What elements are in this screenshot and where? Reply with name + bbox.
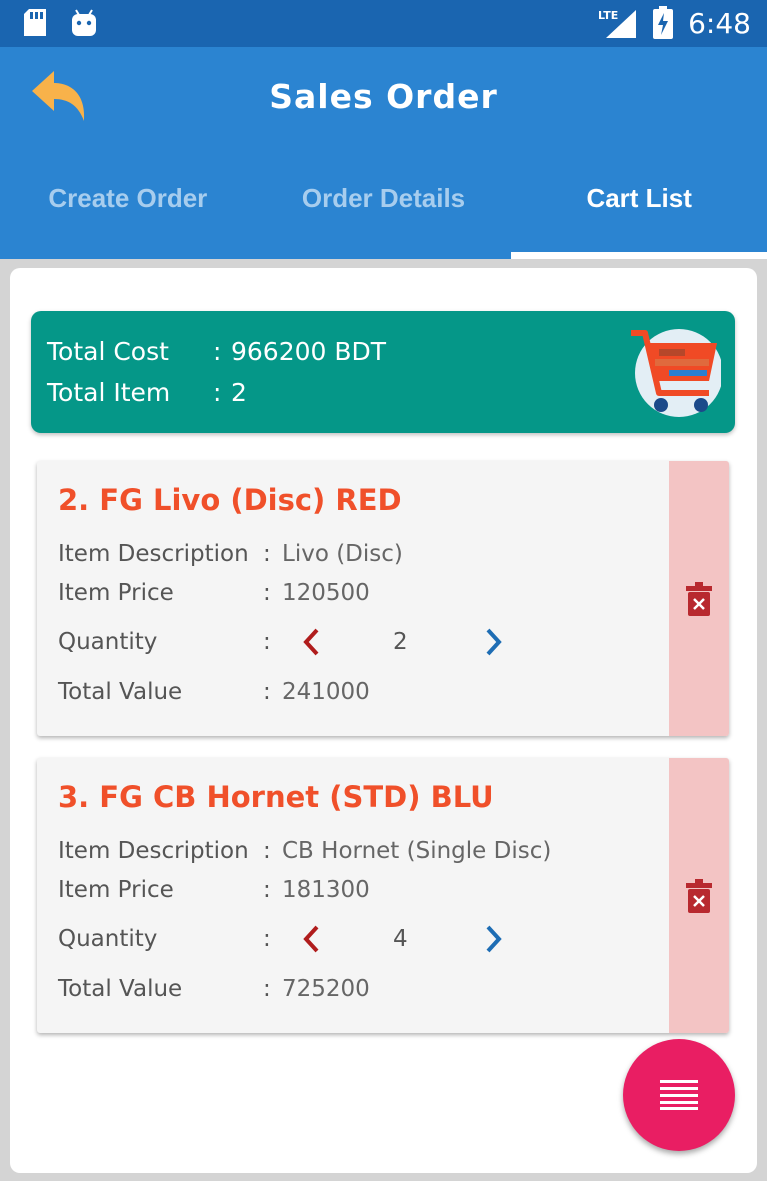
cart-list-panel: Total Cost : 966200 BDT Total Item : 2 2… xyxy=(10,268,757,1173)
menu-lines-icon xyxy=(660,1080,698,1110)
separator: : xyxy=(263,629,271,655)
separator: : xyxy=(213,337,222,366)
item-price-label: Item Price xyxy=(58,580,174,606)
status-bar: LTE 6:48 xyxy=(0,0,767,47)
separator: : xyxy=(213,378,222,407)
item-total-value: 725200 xyxy=(282,976,370,1002)
cart-item-card: 3. FG CB Hornet (STD) BLU Item Descripti… xyxy=(37,758,729,1033)
item-title: 3. FG CB Hornet (STD) BLU xyxy=(58,780,494,814)
android-icon xyxy=(72,9,96,36)
shopping-cart-icon xyxy=(631,329,721,417)
item-title: 2. FG Livo (Disc) RED xyxy=(58,483,402,517)
cart-item-card: 2. FG Livo (Disc) RED Item Description :… xyxy=(37,461,729,736)
item-description-label: Item Description xyxy=(58,838,249,864)
tab-create-order[interactable]: Create Order xyxy=(0,167,256,259)
chevron-right-icon[interactable] xyxy=(481,625,507,659)
total-item-value: 2 xyxy=(231,378,247,407)
tab-order-details[interactable]: Order Details xyxy=(256,167,512,259)
separator: : xyxy=(263,838,271,864)
separator: : xyxy=(263,580,271,606)
total-item-label: Total Item xyxy=(47,378,171,407)
total-cost-label: Total Cost xyxy=(47,337,169,366)
total-cost-value: 966200 BDT xyxy=(231,337,387,366)
item-total-value: 241000 xyxy=(282,679,370,705)
total-item-row: Total Item : 2 xyxy=(47,378,247,407)
trash-delete-icon xyxy=(686,878,712,913)
item-quantity-value: 4 xyxy=(393,926,408,952)
item-price-value: 120500 xyxy=(282,580,370,606)
delete-item-button[interactable] xyxy=(669,758,729,1033)
item-description-value: Livo (Disc) xyxy=(282,541,403,567)
sd-card-icon xyxy=(24,9,46,36)
battery-charging-icon xyxy=(653,6,674,39)
cart-summary-card: Total Cost : 966200 BDT Total Item : 2 xyxy=(31,311,735,433)
trash-delete-icon xyxy=(686,581,712,616)
app-bar: Sales Order Create Order Order Details C… xyxy=(0,47,767,259)
separator: : xyxy=(263,877,271,903)
separator: : xyxy=(263,976,271,1002)
chevron-left-icon[interactable] xyxy=(298,625,324,659)
item-price-label: Item Price xyxy=(58,877,174,903)
clock-time: 6:48 xyxy=(688,6,751,40)
item-total-label: Total Value xyxy=(58,976,183,1002)
item-quantity-label: Quantity xyxy=(58,926,158,952)
item-total-label: Total Value xyxy=(58,679,183,705)
cart-item-details: 3. FG CB Hornet (STD) BLU Item Descripti… xyxy=(37,758,669,1033)
chevron-right-icon[interactable] xyxy=(481,922,507,956)
item-price-value: 181300 xyxy=(282,877,370,903)
menu-fab-button[interactable] xyxy=(623,1039,735,1151)
separator: : xyxy=(263,541,271,567)
delete-item-button[interactable] xyxy=(669,461,729,736)
page-title: Sales Order xyxy=(269,77,498,116)
separator: : xyxy=(263,926,271,952)
separator: : xyxy=(263,679,271,705)
total-cost-row: Total Cost : 966200 BDT xyxy=(47,337,386,366)
item-quantity-value: 2 xyxy=(393,629,408,655)
cart-item-details: 2. FG Livo (Disc) RED Item Description :… xyxy=(37,461,669,736)
tab-bar: Create Order Order Details Cart List xyxy=(0,167,767,259)
item-description-value: CB Hornet (Single Disc) xyxy=(282,838,552,864)
item-quantity-label: Quantity xyxy=(58,629,158,655)
lte-signal-icon: LTE xyxy=(598,9,637,38)
network-label: LTE xyxy=(598,9,618,22)
chevron-left-icon[interactable] xyxy=(298,922,324,956)
item-description-label: Item Description xyxy=(58,541,249,567)
tab-cart-list[interactable]: Cart List xyxy=(511,167,767,259)
